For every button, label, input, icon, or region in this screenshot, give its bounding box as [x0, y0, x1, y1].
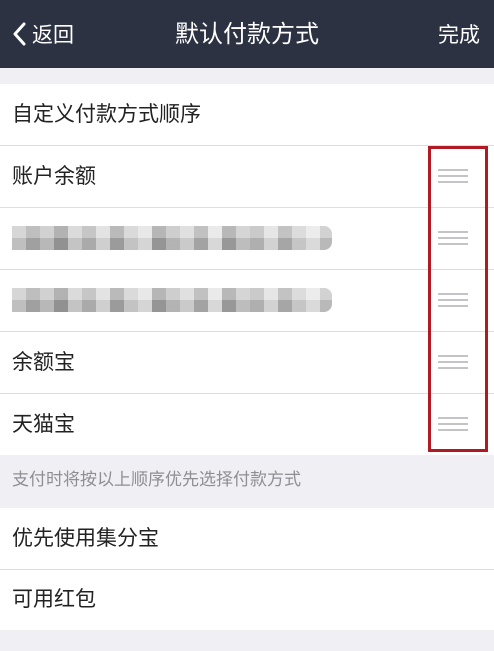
chevron-left-icon — [12, 22, 26, 46]
payment-item-label: 余额宝 — [12, 350, 75, 374]
drag-handle-icon[interactable] — [438, 355, 468, 369]
payment-item-label: 天猫宝 — [12, 412, 75, 436]
payment-item-balance[interactable]: 账户余额 — [0, 145, 494, 207]
option-available-red-packet[interactable]: 可用红包 — [0, 569, 494, 630]
payment-order-header: 自定义付款方式顺序 — [12, 102, 201, 126]
drag-handle-icon[interactable] — [438, 231, 468, 245]
redacted-label — [12, 288, 332, 312]
drag-handle-icon[interactable] — [438, 169, 468, 183]
navigation-bar: 返回 默认付款方式 完成 — [0, 0, 494, 68]
drag-handle-icon[interactable] — [438, 293, 468, 307]
payment-item-tianmaobao[interactable]: 天猫宝 — [0, 393, 494, 455]
payment-item-yuebao[interactable]: 余额宝 — [0, 331, 494, 393]
option-label: 可用红包 — [12, 587, 96, 611]
done-button[interactable]: 完成 — [438, 0, 480, 68]
back-button[interactable]: 返回 — [12, 0, 74, 68]
option-label: 优先使用集分宝 — [12, 526, 159, 550]
redacted-label — [12, 226, 332, 250]
back-label: 返回 — [32, 23, 74, 47]
payment-order-hint: 支付时将按以上顺序优先选择付款方式 — [12, 470, 301, 490]
payment-item-redacted-1[interactable] — [0, 207, 494, 269]
option-use-jifenbao[interactable]: 优先使用集分宝 — [0, 508, 494, 569]
payment-order-section: 自定义付款方式顺序 账户余额 余额宝 天猫宝 — [0, 84, 494, 455]
payment-item-label: 账户余额 — [12, 164, 96, 188]
options-section: 优先使用集分宝 可用红包 — [0, 508, 494, 630]
payment-item-redacted-2[interactable] — [0, 269, 494, 331]
page-title: 默认付款方式 — [175, 20, 319, 48]
drag-handle-icon[interactable] — [438, 417, 468, 431]
